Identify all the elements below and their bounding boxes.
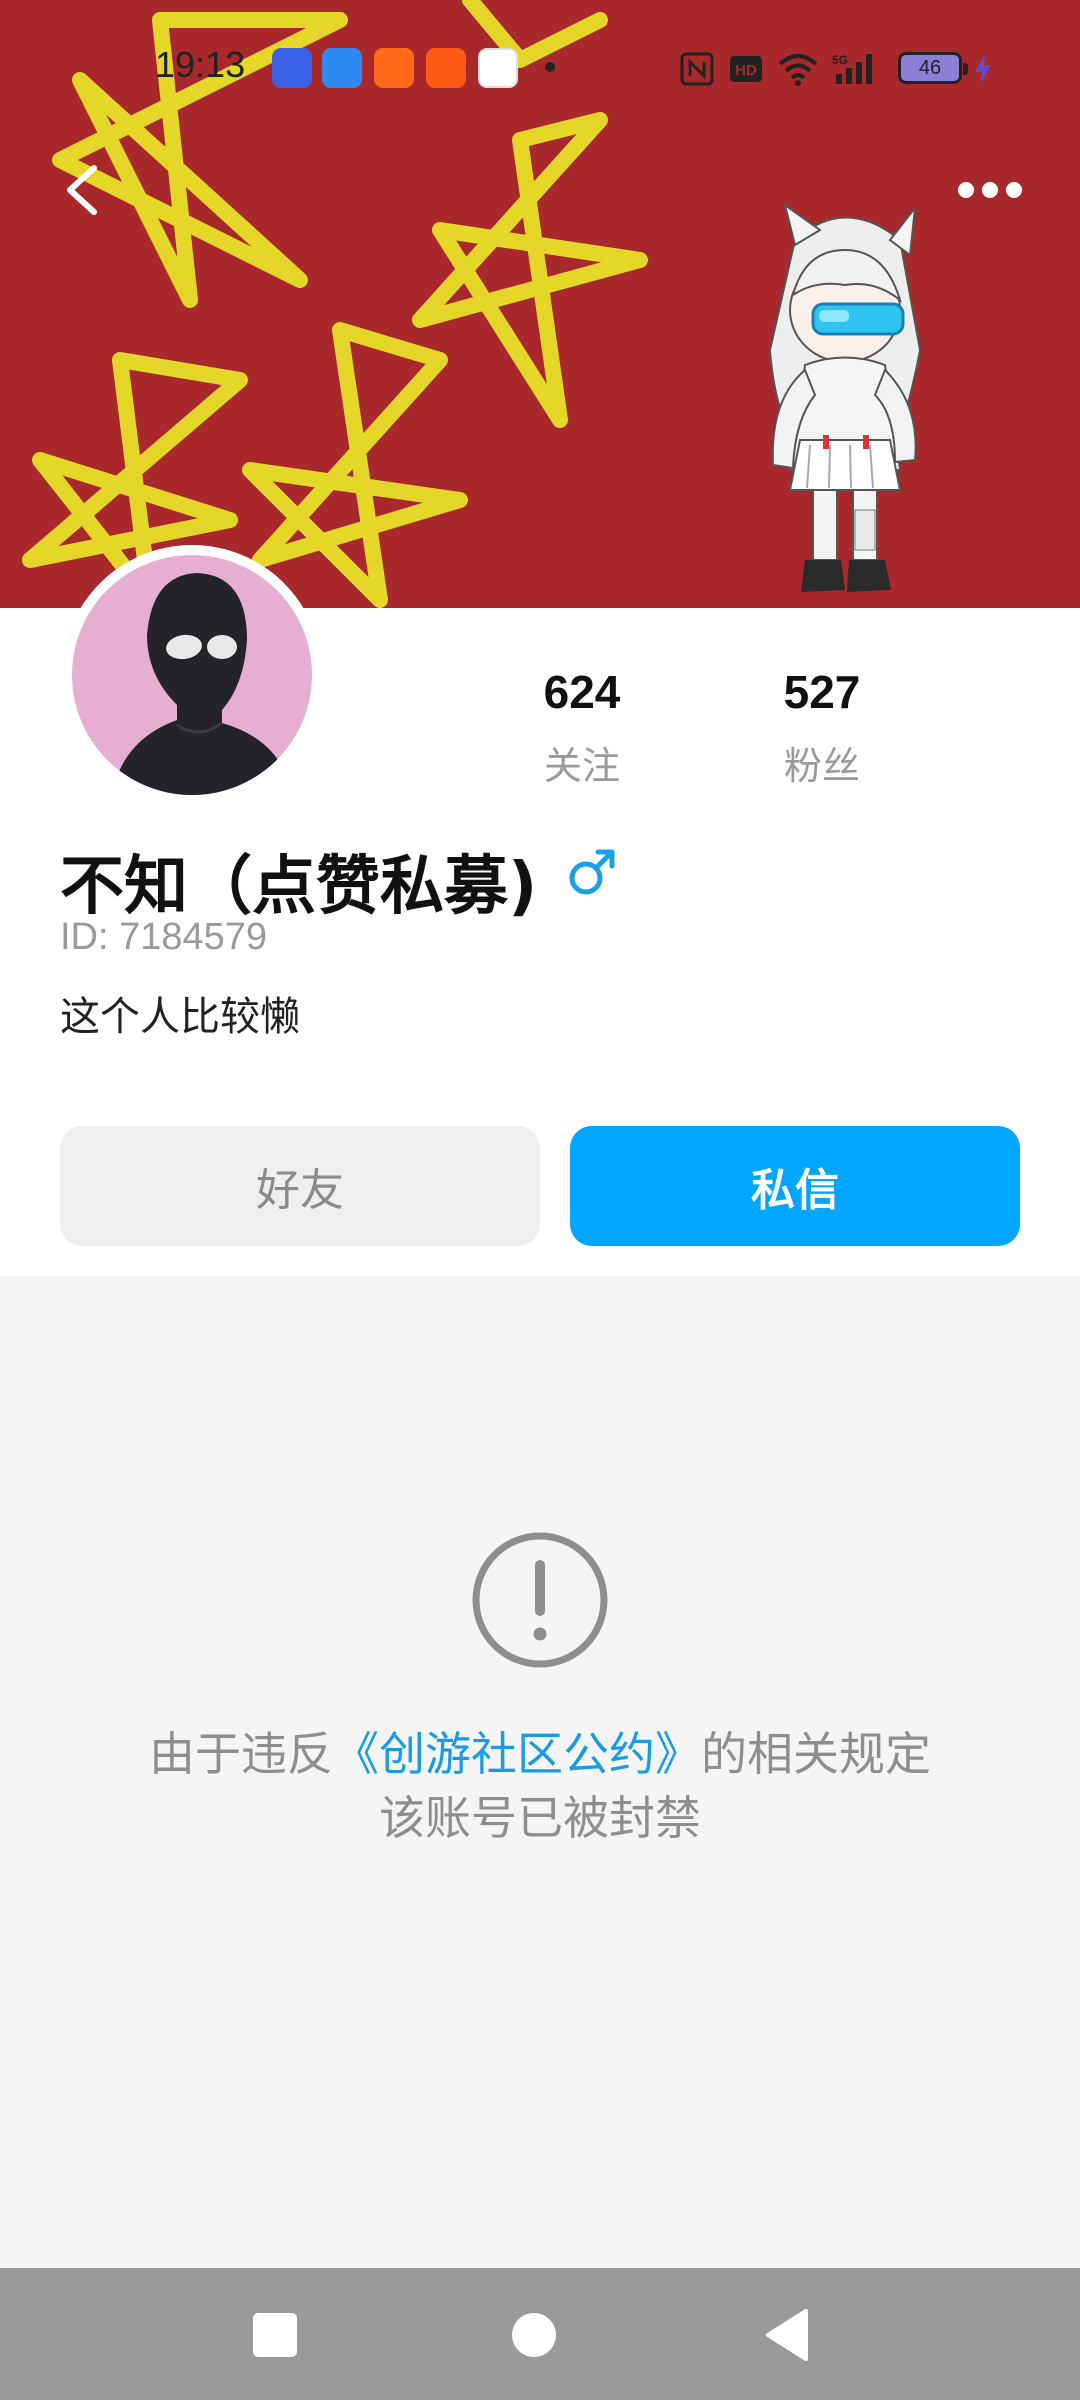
chevron-left-icon[interactable] <box>56 160 116 220</box>
ban-notice-suffix: 的相关规定 <box>701 1727 931 1781</box>
charging-icon <box>975 54 991 84</box>
user-bio: 这个人比较懒 <box>60 994 300 1040</box>
user-id: ID: 7184579 <box>60 916 268 958</box>
notification-dot <box>545 62 555 72</box>
kuaishou-lite-icon <box>374 48 414 88</box>
avatar-image <box>112 573 292 795</box>
ban-notice-line2: 该账号已被封禁 <box>379 1791 701 1845</box>
5g-signal-icon: 5G <box>832 53 872 84</box>
following-count: 624 <box>543 666 621 718</box>
male-gender-icon <box>569 849 615 895</box>
avatar[interactable] <box>72 555 312 795</box>
ban-notice-prefix: 由于违反 <box>149 1727 333 1781</box>
hd-icon: HD <box>730 56 762 82</box>
home-icon[interactable] <box>504 2305 564 2365</box>
ban-notice-line1: 由于违反《创游社区公约》的相关规定 <box>0 1718 1080 1784</box>
game-icon <box>478 48 518 88</box>
friend-button[interactable]: 好友 <box>60 1126 540 1246</box>
nfc-icon <box>680 52 714 86</box>
svg-text:HD: HD <box>735 62 757 79</box>
username: 不知（点赞私募) <box>60 850 538 924</box>
wifi-icon <box>778 54 818 86</box>
exclamation-circle-icon <box>472 1532 608 1668</box>
community-rules-link[interactable]: 《创游社区公约》 <box>333 1727 701 1781</box>
baidu-icon <box>272 48 312 88</box>
svg-text:5G: 5G <box>832 53 848 67</box>
kuaishou-icon <box>426 48 466 88</box>
followers-count: 527 <box>783 666 861 718</box>
status-time: 19:13 <box>155 44 246 85</box>
back-triangle-icon[interactable] <box>760 2305 820 2365</box>
followers-label: 粉丝 <box>783 744 860 788</box>
character-illustration <box>768 202 922 592</box>
cloud-drive-icon <box>322 48 362 88</box>
more-dots-icon[interactable] <box>950 168 1030 212</box>
recent-apps-icon[interactable] <box>245 2305 305 2365</box>
message-button[interactable]: 私信 <box>570 1126 1020 1246</box>
following-stat[interactable]: 624 关注 <box>502 665 662 790</box>
profile-screen: 19:13 HD 5G 46 624 关注 527 粉丝 不知（点赞私募) ID… <box>0 0 1080 2400</box>
following-label: 关注 <box>543 744 620 788</box>
battery-icon: 46 <box>898 52 968 84</box>
followers-stat[interactable]: 527 粉丝 <box>742 665 902 790</box>
status-bar: 19:13 HD 5G 46 <box>0 0 1080 135</box>
